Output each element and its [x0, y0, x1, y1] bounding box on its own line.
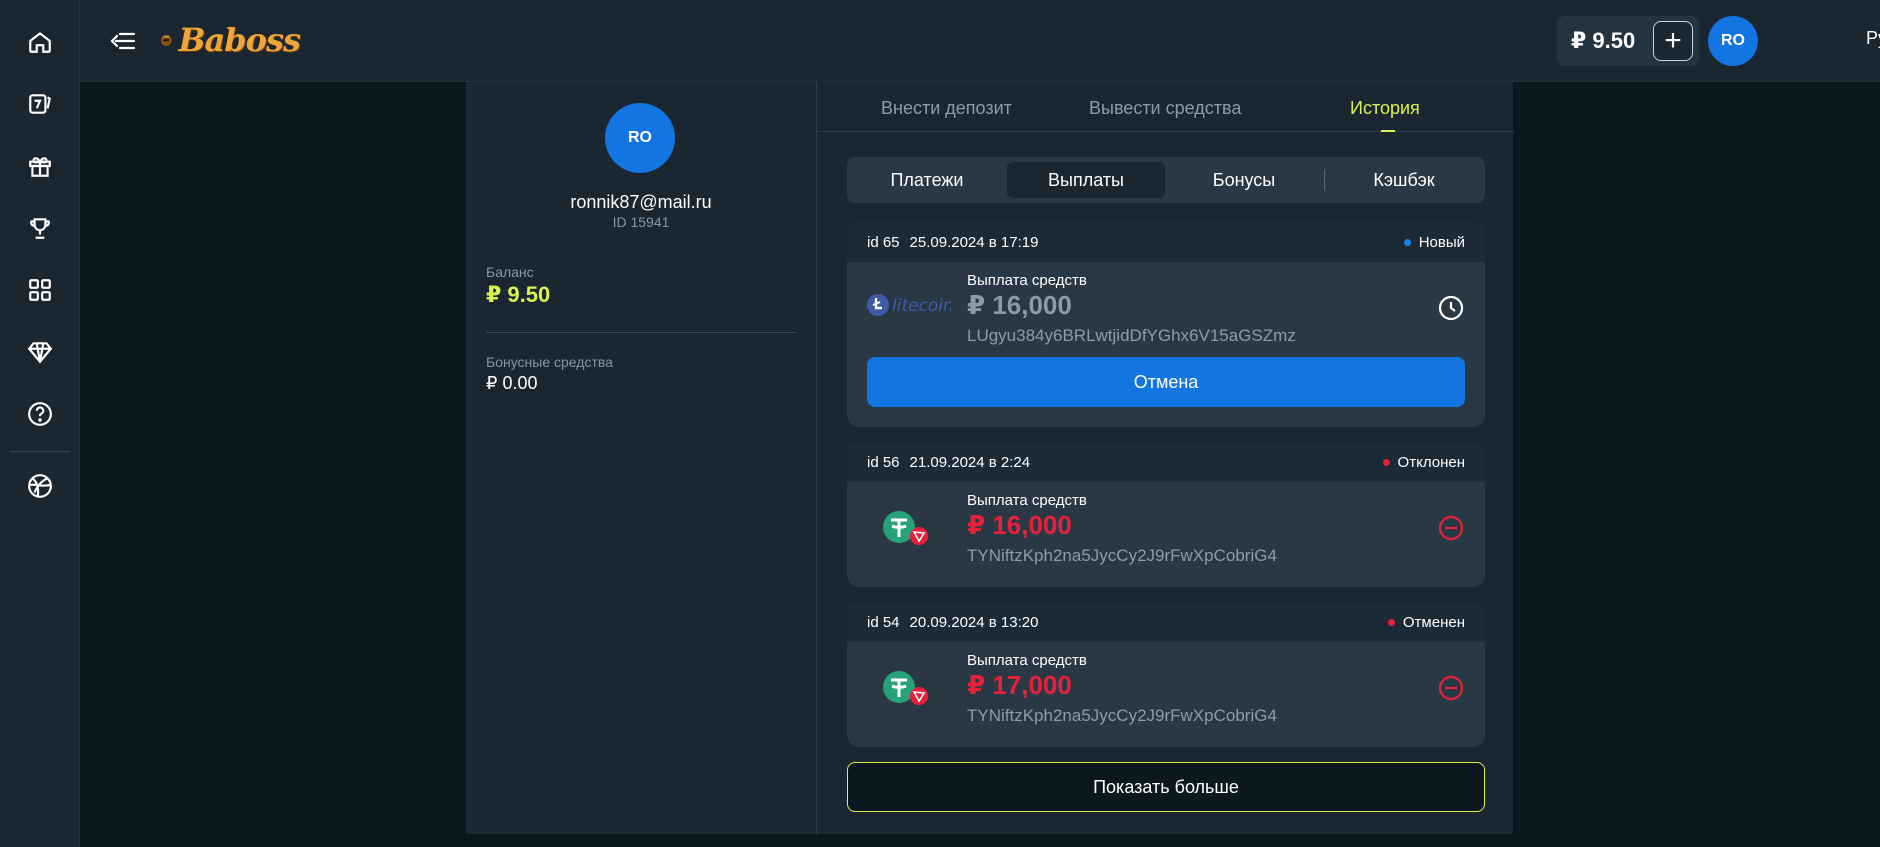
profile-email: ronnik87@mail.ru [570, 192, 712, 212]
withdrawal-card-header: id 65 25.09.2024 в 17:19 Новый [847, 222, 1485, 262]
withdrawal-card-body: litecoin Выплата средств ₽ 16,000 LUgyu3… [847, 262, 1485, 427]
logo-mascot-icon [161, 34, 172, 46]
usdt-trc20-icon [882, 510, 932, 555]
trophy-icon[interactable] [20, 208, 60, 248]
show-more-button[interactable]: Показать больше [847, 762, 1485, 812]
withdrawal-address: TYNiftzKph2na5JycCy2J9rFwXpCobriG4 [967, 706, 1277, 725]
subtab-withdrawals[interactable]: Выплаты [1007, 162, 1165, 198]
subtab-bonuses[interactable]: Бонусы [1169, 162, 1319, 198]
tab-deposit[interactable]: Внести депозит [881, 98, 1012, 119]
sidebar [0, 0, 80, 847]
user-avatar[interactable]: RO [1708, 16, 1758, 66]
status-dot [1382, 458, 1390, 466]
withdrawal-date: 25.09.2024 в 17:19 [909, 233, 1039, 251]
collapse-menu-icon[interactable] [108, 26, 138, 56]
usdt-trc20-icon [882, 670, 932, 715]
balance-label: Баланс [486, 264, 534, 280]
header-balance-value: ₽ 9.50 [1571, 28, 1636, 53]
gift-icon[interactable] [20, 146, 60, 186]
withdrawal-card: id 56 21.09.2024 в 2:24 Отклонен Выплата… [847, 442, 1485, 587]
home-icon[interactable] [20, 22, 60, 62]
status-badge: Новый [1403, 233, 1465, 251]
subtab-payments[interactable]: Платежи [852, 162, 1002, 198]
withdrawal-card: id 54 20.09.2024 в 13:20 Отменен Выплата… [847, 602, 1485, 747]
status-text: Отменен [1402, 613, 1465, 631]
withdrawal-address: TYNiftzKph2na5JycCy2J9rFwXpCobriG4 [967, 546, 1277, 565]
language-label: Рус [1866, 28, 1880, 48]
bonus-value: ₽ 0.00 [486, 373, 538, 393]
withdrawal-amount: ₽ 17,000 [967, 670, 1072, 700]
tab-history[interactable]: История [1350, 98, 1420, 119]
withdrawal-title: Выплата средств [967, 272, 1087, 289]
help-icon[interactable] [20, 394, 60, 434]
withdrawal-card-header: id 56 21.09.2024 в 2:24 Отклонен [847, 442, 1485, 482]
history-subtabs: Платежи Выплаты Бонусы Кэшбэк [847, 157, 1485, 203]
clock-icon [1438, 295, 1464, 321]
bonus-label: Бонусные средства [486, 354, 613, 370]
withdrawal-title: Выплата средств [967, 652, 1087, 669]
sidebar-divider [10, 451, 70, 452]
wallet-tabs: Внести депозит Вывести средства История [817, 82, 1514, 132]
cancel-withdrawal-button[interactable]: Отмена [867, 357, 1465, 407]
logo-text: Baboss [178, 21, 301, 59]
tab-withdraw[interactable]: Вывести средства [1089, 98, 1241, 119]
top-bar: Baboss ₽ 9.50 + RO Рус [80, 0, 1880, 82]
status-badge: Отменен [1387, 613, 1465, 631]
withdrawal-card: id 65 25.09.2024 в 17:19 Новый litecoin … [847, 222, 1485, 427]
withdrawal-id: id 56 [867, 453, 900, 471]
globe-icon[interactable] [20, 466, 60, 506]
withdrawal-id: id 65 [867, 233, 900, 251]
withdrawal-address: LUgyu384y6BRLwtjidDfYGhx6V15aGSZmz [967, 326, 1296, 345]
withdrawal-card-header: id 54 20.09.2024 в 13:20 Отменен [847, 602, 1485, 642]
minus-circle-icon [1438, 515, 1464, 541]
subtab-separator [1324, 169, 1325, 191]
svg-text:litecoin: litecoin [892, 296, 951, 316]
profile-divider [486, 332, 796, 333]
balance-value: ₽ 9.50 [486, 282, 551, 307]
profile-id: ID 15941 [612, 214, 670, 230]
withdrawal-card-body: Выплата средств ₽ 17,000 TYNiftzKph2na5J… [847, 642, 1485, 747]
withdrawal-id: id 54 [867, 613, 900, 631]
sports-bet-icon[interactable] [20, 84, 60, 124]
minus-circle-icon [1438, 675, 1464, 701]
status-dot [1403, 238, 1411, 246]
withdrawal-amount: ₽ 16,000 [967, 290, 1072, 320]
deposit-plus-button[interactable]: + [1653, 21, 1693, 61]
withdrawal-date: 21.09.2024 в 2:24 [909, 453, 1031, 471]
grid-icon[interactable] [20, 270, 60, 310]
status-dot [1387, 618, 1395, 626]
profile-avatar: RO [605, 103, 675, 173]
withdrawal-title: Выплата средств [967, 492, 1087, 509]
withdrawal-card-body: Выплата средств ₽ 16,000 TYNiftzKph2na5J… [847, 482, 1485, 587]
language-selector[interactable]: Рус [1866, 28, 1880, 49]
status-text: Новый [1418, 233, 1465, 251]
subtab-cashback[interactable]: Кэшбэк [1329, 162, 1479, 198]
status-text: Отклонен [1397, 453, 1465, 471]
diamond-icon[interactable] [20, 332, 60, 372]
profile-panel: RO ronnik87@mail.ru ID 15941 Баланс ₽ 9.… [466, 82, 816, 834]
active-tab-indicator [1381, 130, 1395, 132]
wallet-panel: Внести депозит Вывести средства История … [816, 82, 1514, 834]
withdrawal-date: 20.09.2024 в 13:20 [909, 613, 1039, 631]
logo[interactable]: Baboss [160, 14, 301, 66]
litecoin-icon: litecoin [867, 292, 954, 323]
withdrawal-amount: ₽ 16,000 [967, 510, 1072, 540]
status-badge: Отклонен [1382, 453, 1465, 471]
